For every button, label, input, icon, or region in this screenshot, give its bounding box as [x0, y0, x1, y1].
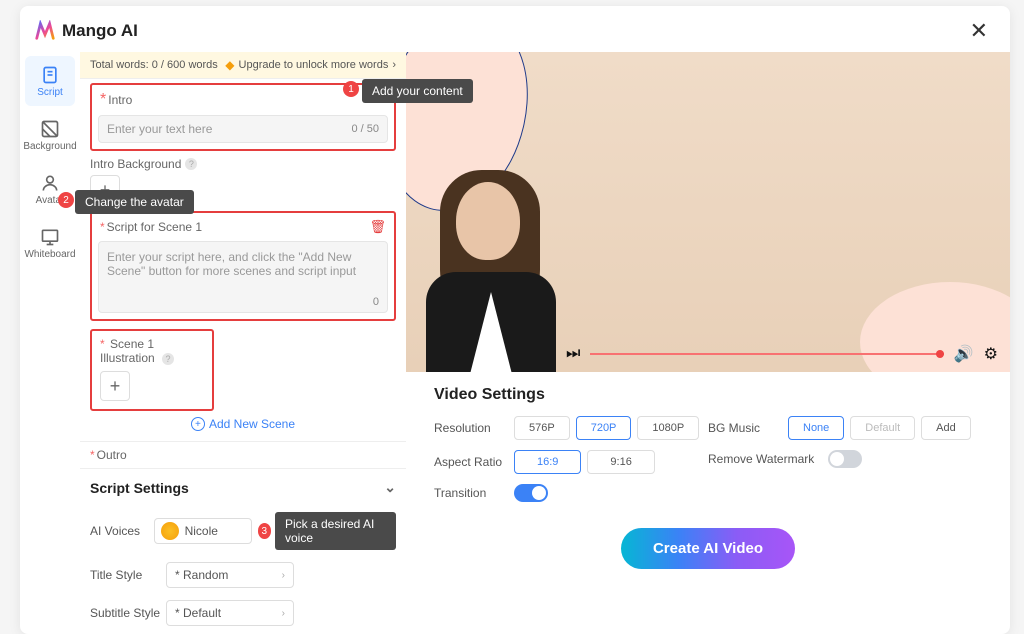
help-icon[interactable]: ? [185, 158, 197, 170]
res-576-button[interactable]: 576P [514, 416, 570, 440]
scene-label: Script for Scene 1 [107, 220, 202, 234]
bgmusic-label: BG Music [708, 421, 788, 435]
watermark-toggle[interactable] [828, 450, 862, 468]
word-count: Total words: 0 / 600 words [90, 59, 218, 71]
diamond-icon: ◆ [225, 58, 234, 72]
chevron-right-icon: › [282, 608, 285, 619]
scene-section: * Script for Scene 1 🗑 Enter your script… [90, 211, 396, 321]
intro-label: Intro [108, 93, 132, 107]
outro-label: Outro [97, 448, 127, 462]
seek-bar[interactable] [590, 353, 943, 355]
avatar-preview [406, 152, 586, 372]
nav-background[interactable]: Background [25, 110, 75, 160]
chevron-right-icon: › [392, 59, 396, 71]
scene-count: 0 [373, 296, 379, 308]
close-icon[interactable]: ✕ [964, 16, 994, 46]
transition-toggle[interactable] [514, 484, 548, 502]
help-icon[interactable]: ? [162, 353, 174, 365]
nav-script[interactable]: Script [25, 56, 75, 106]
intro-input[interactable]: Enter your text here 0 / 50 [98, 115, 388, 143]
logo-icon [34, 20, 56, 42]
intro-counter: 0 / 50 [351, 123, 379, 135]
callout-badge-1: 1 [343, 81, 359, 97]
subtitle-style-label: Subtitle Style [90, 606, 166, 620]
illustration-section: * Scene 1 Illustration ? + [90, 329, 214, 411]
res-720-button[interactable]: 720P [576, 416, 632, 440]
callout-2: Change the avatar [75, 190, 194, 214]
plus-icon: + [191, 417, 205, 431]
callout-3: Pick a desired AI voice [275, 512, 396, 550]
scene-textarea[interactable]: Enter your script here, and click the "A… [98, 241, 388, 313]
trash-icon[interactable]: 🗑 [369, 219, 386, 235]
title-style-label: Title Style [90, 568, 166, 582]
chevron-right-icon: › [282, 570, 285, 581]
add-new-scene-button[interactable]: + Add New Scene [191, 417, 295, 431]
create-video-button[interactable]: Create AI Video [621, 528, 795, 569]
title-style-select[interactable]: * Random› [166, 562, 294, 588]
voice-select[interactable]: Nicole [154, 518, 252, 544]
callout-badge-2: 2 [58, 192, 74, 208]
bg-none-button[interactable]: None [788, 416, 844, 440]
brand-logo: Mango AI [34, 20, 138, 42]
voice-avatar-icon [161, 522, 179, 540]
voices-label: AI Voices [90, 524, 154, 538]
aspect-label: Aspect Ratio [434, 455, 514, 469]
script-settings-toggle[interactable]: Script Settings ⌄ [80, 468, 406, 506]
callout-1: Add your content [362, 79, 473, 103]
illustration-label: Scene 1 Illustration [100, 337, 155, 365]
preview-canvas: ⏭ 🔊 ⚙ [406, 52, 1010, 372]
ar-169-button[interactable]: 16:9 [514, 450, 581, 474]
chevron-down-icon: ⌄ [384, 479, 396, 496]
watermark-label: Remove Watermark [708, 452, 828, 466]
video-settings-title: Video Settings [434, 386, 982, 404]
play-next-icon[interactable]: ⏭ [566, 345, 580, 363]
bg-default-button[interactable]: Default [850, 416, 915, 440]
transition-label: Transition [434, 486, 514, 500]
intro-bg-label: Intro Background [90, 157, 181, 171]
res-1080-button[interactable]: 1080P [637, 416, 699, 440]
brand-name: Mango AI [62, 21, 138, 41]
volume-icon[interactable]: 🔊 [954, 344, 974, 364]
side-nav: Script Background Avatar Whiteboard [20, 52, 80, 634]
add-illustration-button[interactable]: + [100, 371, 130, 401]
subtitle-style-select[interactable]: * Default› [166, 600, 294, 626]
word-banner: Total words: 0 / 600 words ◆ Upgrade to … [80, 52, 406, 79]
upgrade-link[interactable]: ◆ Upgrade to unlock more words › [225, 58, 396, 72]
ar-916-button[interactable]: 9:16 [587, 450, 654, 474]
gear-icon[interactable]: ⚙ [984, 344, 998, 364]
resolution-label: Resolution [434, 421, 514, 435]
nav-whiteboard[interactable]: Whiteboard [25, 218, 75, 268]
callout-badge-3: 3 [258, 523, 271, 539]
bg-add-button[interactable]: Add [921, 416, 971, 440]
